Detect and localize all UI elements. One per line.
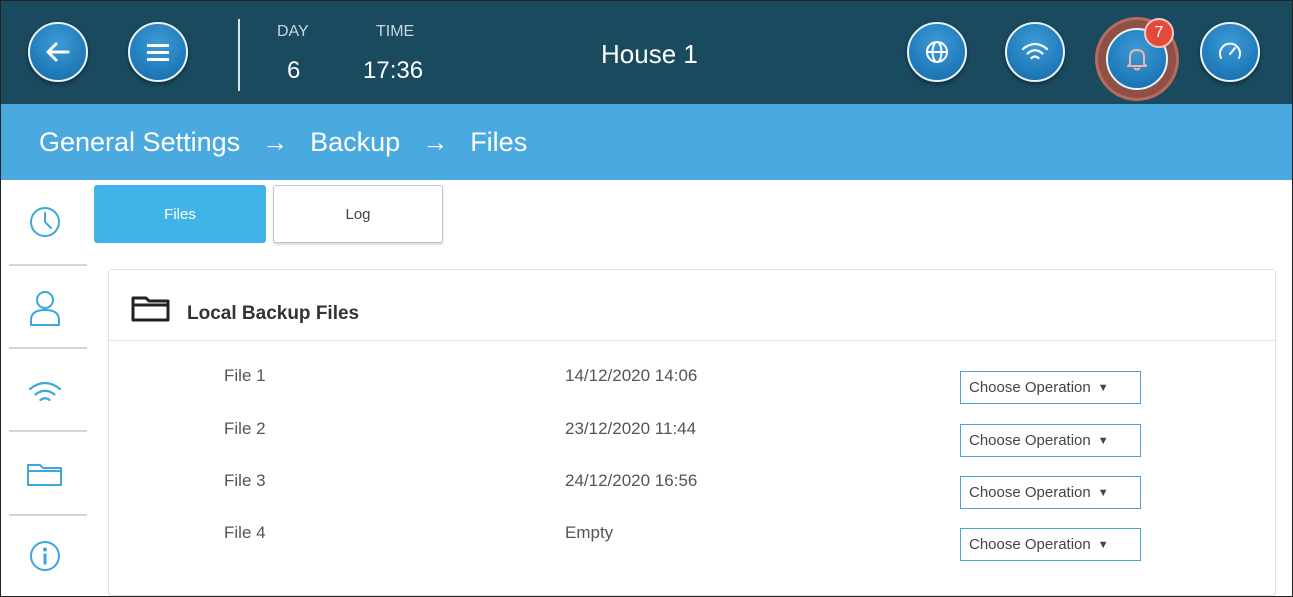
- bell-icon: [1127, 49, 1147, 71]
- info-icon: [30, 541, 60, 571]
- breadcrumb-separator: →: [422, 126, 449, 157]
- file-date: 24/12/2020 16:56: [565, 471, 698, 490]
- menu-icon: [147, 44, 169, 61]
- file-row: File 2 23/12/2020 11:44 Choose Operation…: [109, 419, 1275, 471]
- gauge-icon: [1219, 42, 1241, 59]
- time-label: TIME: [376, 23, 415, 40]
- header-divider: [238, 19, 240, 91]
- card-title: Local Backup Files: [187, 303, 360, 324]
- gauge-button[interactable]: [1200, 22, 1260, 82]
- file-row: File 4 Empty Choose Operation ▼: [109, 523, 1275, 575]
- choose-operation-select[interactable]: Choose Operation ▼: [960, 476, 1141, 509]
- file-name: File 2: [224, 419, 266, 438]
- choose-operation-label: Choose Operation: [969, 379, 1091, 396]
- file-name: File 4: [224, 523, 266, 542]
- breadcrumb: General Settings → Backup → Files: [1, 104, 1292, 180]
- file-date: 14/12/2020 14:06: [565, 366, 698, 385]
- network-button[interactable]: [1005, 22, 1065, 82]
- wifi-icon: [28, 381, 62, 402]
- file-row: File 1 14/12/2020 14:06 Choose Operation…: [109, 366, 1275, 418]
- choose-operation-select[interactable]: Choose Operation ▼: [960, 424, 1141, 457]
- alarm-count-badge: 7: [1144, 18, 1174, 48]
- sidebar-item-clock[interactable]: [1, 180, 89, 264]
- user-icon: [30, 291, 60, 326]
- file-name: File 1: [224, 366, 266, 385]
- back-button[interactable]: [28, 22, 88, 82]
- choose-operation-label: Choose Operation: [969, 536, 1091, 553]
- dropdown-caret-icon: ▼: [1097, 381, 1109, 394]
- local-backup-files-card: Local Backup Files File 1 14/12/2020 14:…: [108, 269, 1276, 596]
- sidebar-item-files[interactable]: [1, 432, 89, 516]
- dropdown-caret-icon: ▼: [1097, 434, 1109, 447]
- back-arrow-icon: [46, 42, 70, 62]
- sidebar-item-network[interactable]: [1, 350, 89, 434]
- day-value: 6: [287, 57, 301, 84]
- choose-operation-label: Choose Operation: [969, 484, 1091, 501]
- choose-operation-select[interactable]: Choose Operation ▼: [960, 371, 1141, 404]
- language-button[interactable]: [907, 22, 967, 82]
- sidebar-item-user[interactable]: [1, 266, 89, 350]
- tab-log[interactable]: Log: [273, 185, 443, 243]
- breadcrumb-item-files: Files: [470, 126, 528, 157]
- file-name: File 3: [224, 471, 266, 490]
- sidebar-divider: [9, 347, 87, 349]
- breadcrumb-item-backup[interactable]: Backup: [310, 127, 400, 158]
- wifi-icon: [1021, 42, 1049, 60]
- breadcrumb-separator: →: [262, 126, 289, 157]
- choose-operation-label: Choose Operation: [969, 432, 1091, 449]
- breadcrumb-item-general-settings[interactable]: General Settings: [39, 127, 240, 158]
- file-row: File 3 24/12/2020 16:56 Choose Operation…: [109, 471, 1275, 523]
- sidebar-item-info[interactable]: [1, 514, 89, 596]
- top-bar: DAY 6 TIME 17:36 House 1 7: [1, 1, 1292, 104]
- card-header: Local Backup Files: [109, 270, 1275, 341]
- dropdown-caret-icon: ▼: [1097, 486, 1109, 499]
- clock-icon: [30, 207, 60, 237]
- folder-icon: [131, 296, 170, 322]
- file-date: Empty: [565, 523, 614, 542]
- sidebar: [1, 180, 89, 596]
- time-value: 17:36: [363, 57, 424, 84]
- choose-operation-select[interactable]: Choose Operation ▼: [960, 528, 1141, 561]
- menu-button[interactable]: [128, 22, 188, 82]
- dropdown-caret-icon: ▼: [1097, 538, 1109, 551]
- tab-files[interactable]: Files: [94, 185, 266, 243]
- globe-icon: [926, 41, 948, 63]
- app-window: DAY 6 TIME 17:36 House 1 7 General Setti…: [0, 0, 1293, 597]
- house-title: House 1: [601, 39, 698, 69]
- folder-icon: [27, 464, 62, 486]
- file-date: 23/12/2020 11:44: [565, 419, 697, 438]
- day-label: DAY: [277, 23, 309, 40]
